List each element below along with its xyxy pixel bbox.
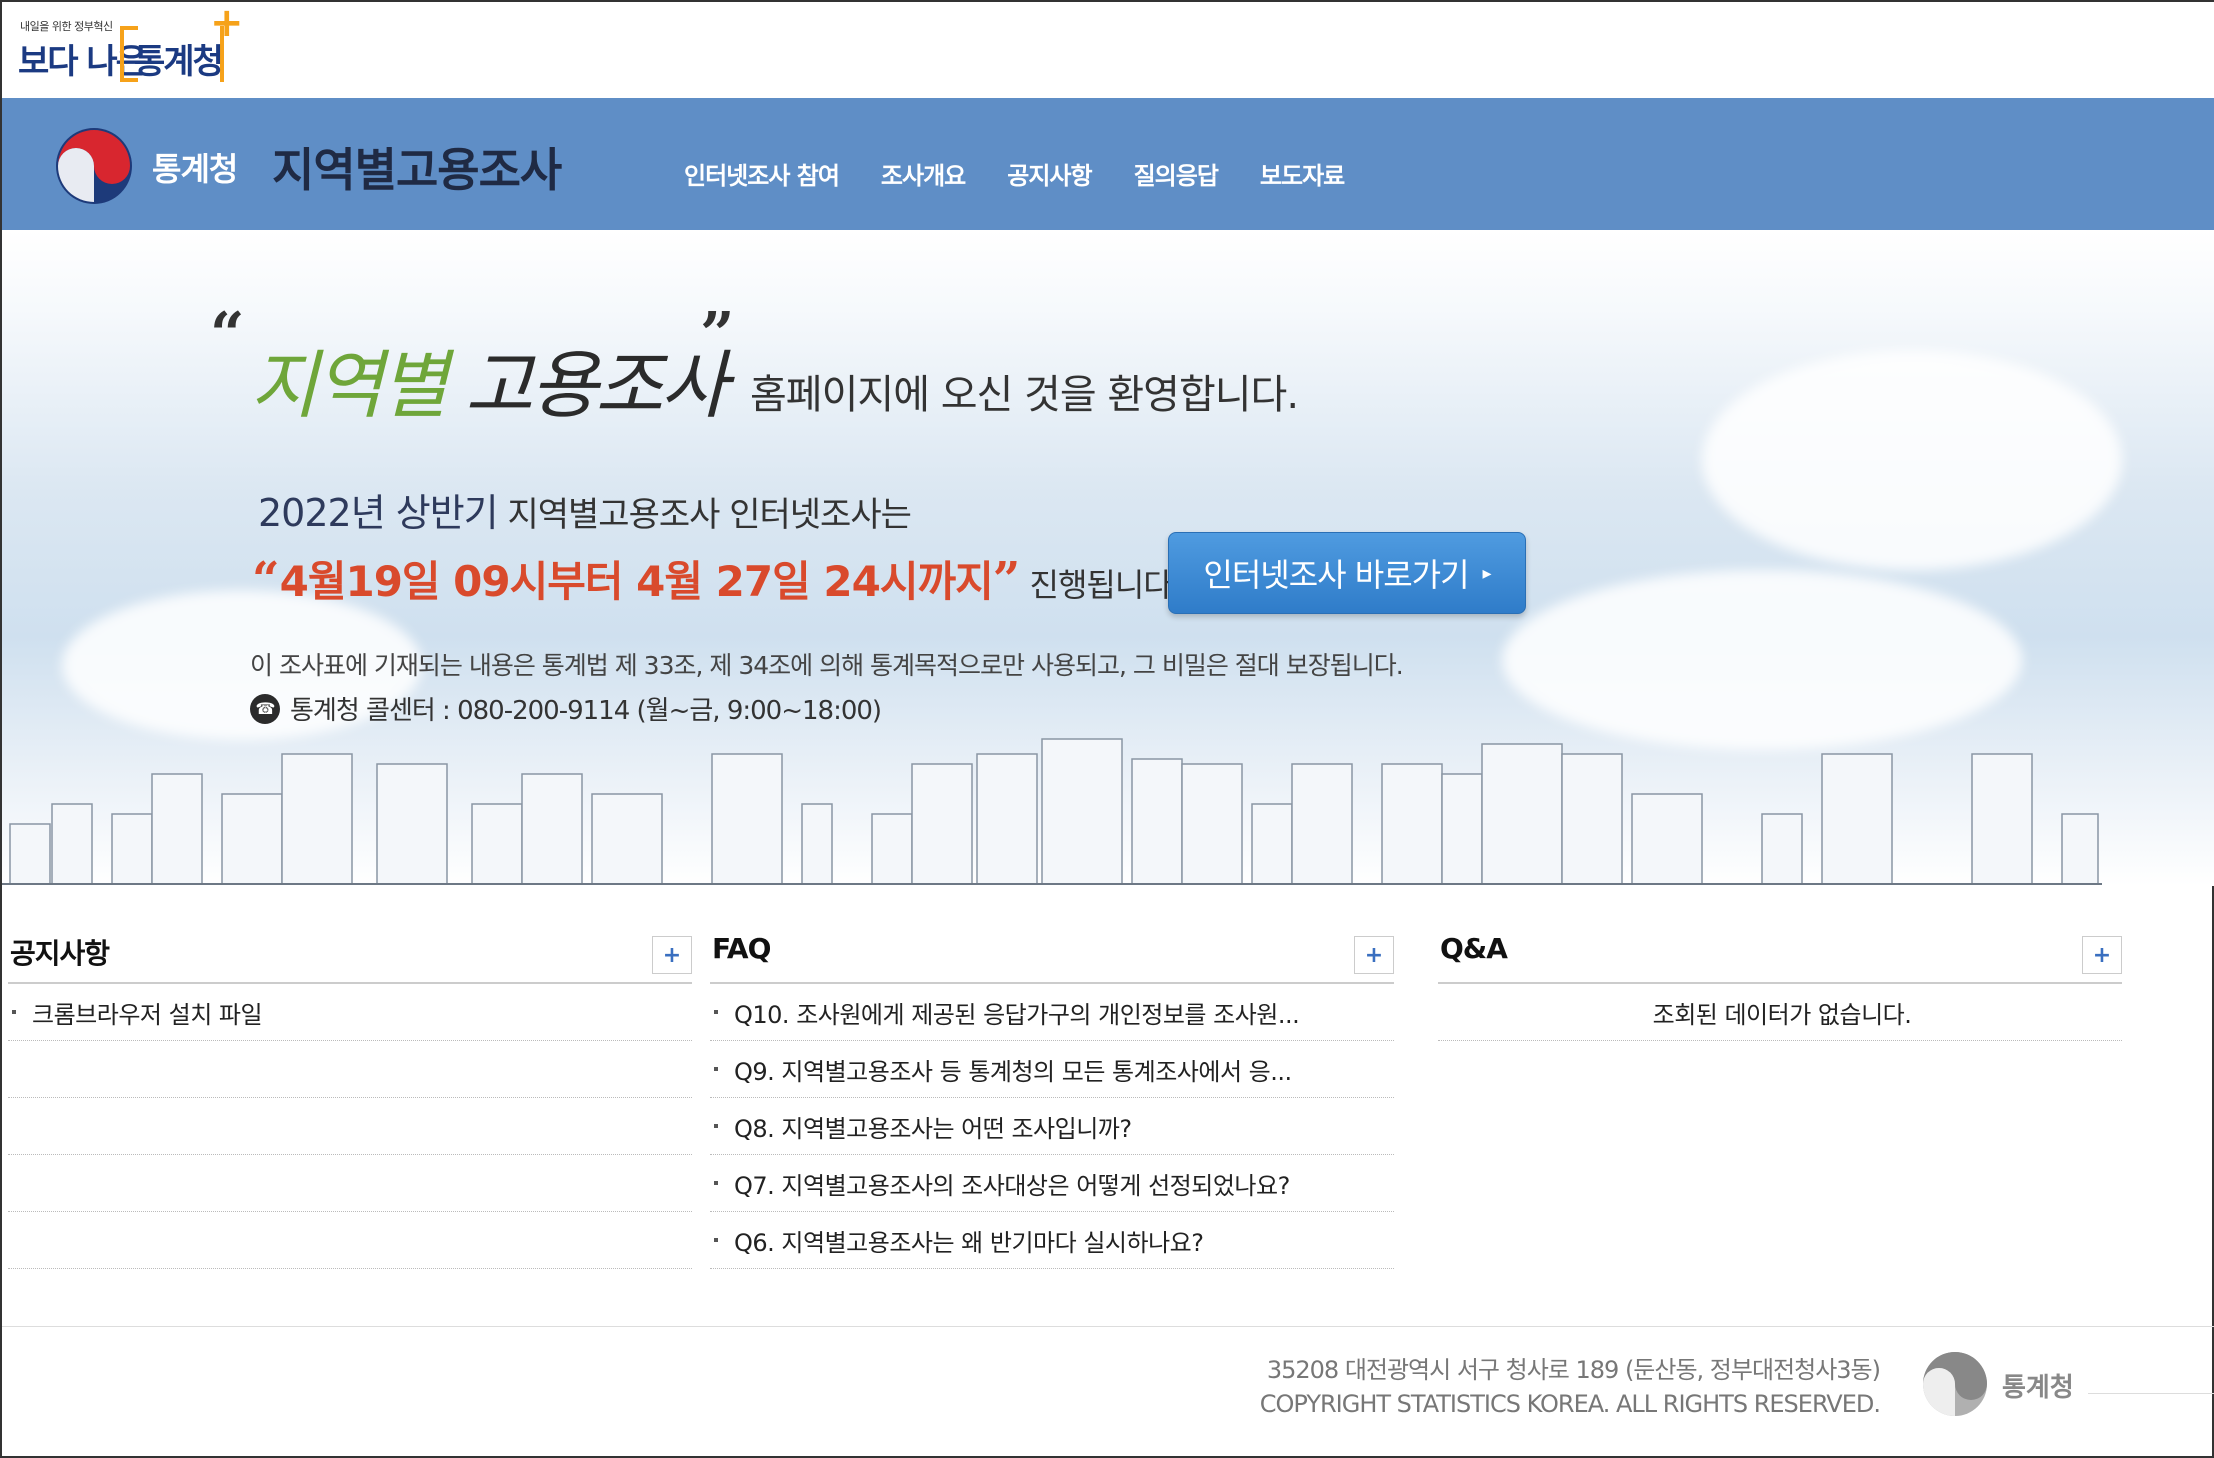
- welcome-message: 홈페이지에 오신 것을 환영합니다.: [750, 372, 1299, 418]
- phone-icon: ☎: [250, 693, 280, 724]
- notice-board: 공지사항 + 크롬브라우저 설치 파일: [8, 920, 692, 1269]
- faq-board: FAQ + Q10. 조사원에게 제공된 응답가구의 개인정보를 조사원... …: [710, 920, 1394, 1269]
- agency-name: 통계청: [152, 150, 238, 188]
- bullet-icon: [714, 1067, 718, 1071]
- nav-survey-overview[interactable]: 조사개요: [881, 156, 966, 191]
- brand-tagline: 내일을 위한 정부혁신: [20, 20, 113, 33]
- faq-more-button[interactable]: +: [1354, 936, 1394, 974]
- brand-right-text: 통계청: [134, 42, 224, 82]
- survey-schedule: “4월19일 09시부터 4월 27일 24시까지” 진행됩니다.: [252, 548, 1182, 609]
- top-utility-bar: 내일을 위한 정부혁신 보다 나은 통계청 +: [2, 0, 2214, 98]
- footer-agency-name: 통계청: [2002, 1373, 2074, 1403]
- cloud-decoration: [1502, 570, 2022, 750]
- site-title[interactable]: 지역별고용조사: [272, 134, 562, 200]
- nav-qna[interactable]: 질의응답: [1134, 156, 1219, 191]
- list-item-text: Q7. 지역별고용조사의 조사대상은 어떻게 선정되었나요?: [734, 1171, 1290, 1200]
- list-item[interactable]: 크롬브라우저 설치 파일: [8, 984, 692, 1041]
- list-item-text: Q9. 지역별고용조사 등 통계청의 모든 통계조사에서 응...: [734, 1057, 1292, 1086]
- bullet-icon: [714, 1010, 718, 1014]
- footer-copyright: COPYRIGHT STATISTICS KOREA. ALL RIGHTS R…: [1259, 1390, 1881, 1418]
- list-item-text: Q8. 지역별고용조사는 어떤 조사입니까?: [734, 1114, 1132, 1143]
- list-item-placeholder: [8, 1041, 692, 1098]
- site-header: 통계청 지역별고용조사 인터넷조사 참여 조사개요 공지사항 질의응답 보도자료: [2, 98, 2214, 230]
- notice-board-header: 공지사항 +: [8, 920, 692, 984]
- government-innovation-logo[interactable]: 내일을 위한 정부혁신 보다 나은 통계청 +: [16, 0, 244, 86]
- cloud-decoration: [1702, 350, 2122, 570]
- list-item-text: Q6. 지역별고용조사는 왜 반기마다 실시하나요?: [734, 1228, 1204, 1257]
- list-item[interactable]: Q10. 조사원에게 제공된 응답가구의 개인정보를 조사원...: [710, 984, 1394, 1041]
- period-text: 지역별고용조사 인터넷조사는: [497, 495, 911, 535]
- list-item-placeholder: [8, 1098, 692, 1155]
- qna-board-header: Q&A +: [1438, 920, 2122, 984]
- chevron-right-icon: ▸: [1482, 562, 1492, 584]
- schedule-quote-close: ”: [992, 552, 1021, 608]
- open-quote: “: [210, 300, 245, 370]
- footer-address: 35208 대전광역시 서구 청사로 189 (둔산동, 정부대전청사3동): [1266, 1356, 1881, 1384]
- nav-internet-survey[interactable]: 인터넷조사 참여: [684, 156, 840, 191]
- notice-board-title[interactable]: 공지사항: [10, 932, 110, 972]
- list-item-placeholder: [8, 1212, 692, 1269]
- qna-board-title[interactable]: Q&A: [1440, 932, 1508, 965]
- internet-survey-button-label: 인터넷조사 바로가기: [1203, 556, 1469, 594]
- footer-logo-icon: [1923, 1352, 1987, 1416]
- qna-board: Q&A + 조회된 데이터가 없습니다.: [1438, 920, 2122, 1041]
- list-item[interactable]: Q7. 지역별고용조사의 조사대상은 어떻게 선정되었나요?: [710, 1155, 1394, 1212]
- close-quote: ”: [700, 300, 735, 370]
- list-item-text: 크롬브라우저 설치 파일: [32, 1000, 263, 1029]
- bullet-icon: [714, 1181, 718, 1185]
- qna-list: 조회된 데이터가 없습니다.: [1438, 984, 2122, 1041]
- bullet-icon: [12, 1010, 16, 1014]
- footer-divider: [2088, 1393, 2214, 1394]
- list-item[interactable]: Q6. 지역별고용조사는 왜 반기마다 실시하나요?: [710, 1212, 1394, 1269]
- survey-period: 2022년 상반기 지역별고용조사 인터넷조사는: [258, 482, 912, 537]
- privacy-notice: 이 조사표에 기재되는 내용은 통계법 제 33조, 제 34조에 의해 통계목…: [250, 651, 1404, 680]
- list-item-placeholder: [8, 1155, 692, 1212]
- faq-board-header: FAQ +: [710, 920, 1394, 984]
- bullet-icon: [714, 1238, 718, 1242]
- schedule-dates: 4월19일 09시부터 4월 27일 24시까지: [279, 557, 994, 606]
- bullet-icon: [714, 1124, 718, 1128]
- schedule-quote-open: “: [252, 552, 280, 608]
- call-center: ☎ 통계청 콜센터 : 080-200-9114 (월~금, 9:00~18:0…: [250, 690, 882, 727]
- nav-press[interactable]: 보도자료: [1260, 156, 1345, 191]
- notice-list: 크롬브라우저 설치 파일: [8, 984, 692, 1269]
- period-label: 2022년 상반기: [258, 491, 499, 535]
- title-dark: 고용조사: [465, 343, 728, 429]
- list-item[interactable]: Q8. 지역별고용조사는 어떤 조사입니까?: [710, 1098, 1394, 1155]
- city-skyline-illustration: [2, 738, 2102, 885]
- empty-message: 조회된 데이터가 없습니다.: [1438, 984, 2122, 1041]
- brand-plus-icon: +: [210, 0, 244, 46]
- list-item[interactable]: Q9. 지역별고용조사 등 통계청의 모든 통계조사에서 응...: [710, 1041, 1394, 1098]
- site-footer: 35208 대전광역시 서구 청사로 189 (둔산동, 정부대전청사3동) C…: [2, 1326, 2214, 1458]
- schedule-suffix: 진행됩니다.: [1020, 566, 1182, 604]
- statistics-korea-logo-icon[interactable]: [54, 126, 134, 206]
- internet-survey-button[interactable]: 인터넷조사 바로가기 ▸: [1168, 532, 1526, 614]
- faq-board-title[interactable]: FAQ: [712, 932, 771, 965]
- footer-address-block: 35208 대전광역시 서구 청사로 189 (둔산동, 정부대전청사3동) C…: [1259, 1353, 1881, 1421]
- notice-more-button[interactable]: +: [652, 936, 692, 974]
- faq-list: Q10. 조사원에게 제공된 응답가구의 개인정보를 조사원... Q9. 지역…: [710, 984, 1394, 1269]
- call-center-text: 통계청 콜센터 : 080-200-9114 (월~금, 9:00~18:00): [290, 696, 882, 726]
- nav-notices[interactable]: 공지사항: [1007, 156, 1092, 191]
- hero-banner: “ 지역별 고용조사 ” 홈페이지에 오신 것을 환영합니다. 2022년 상반…: [2, 230, 2214, 886]
- list-item-text: Q10. 조사원에게 제공된 응답가구의 개인정보를 조사원...: [734, 1000, 1300, 1029]
- title-green: 지역별: [250, 343, 448, 429]
- qna-more-button[interactable]: +: [2082, 936, 2122, 974]
- main-nav: 인터넷조사 참여 조사개요 공지사항 질의응답 보도자료: [684, 156, 1345, 191]
